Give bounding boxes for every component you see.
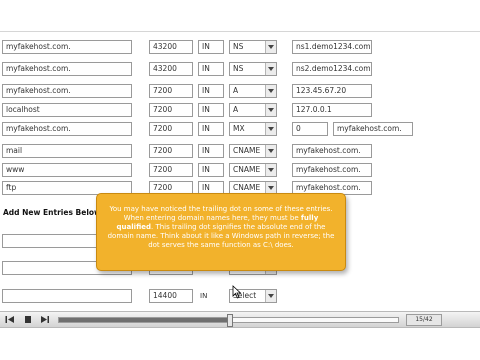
record-type-select[interactable]: NS	[229, 62, 277, 76]
record-name-input[interactable]: myfakehost.com.	[2, 40, 132, 54]
record-name-input[interactable]: myfakehost.com.	[2, 122, 132, 136]
record-type-select[interactable]: A	[229, 84, 277, 98]
record-type-select[interactable]: CNAME	[229, 163, 277, 177]
record-type-select-value: CNAME	[233, 165, 261, 174]
record-type-select-value: CNAME	[233, 146, 261, 155]
record-name-input[interactable]: www	[2, 163, 132, 177]
record-name-input[interactable]: myfakehost.com.	[2, 62, 132, 76]
tooltip-text-1: You may have noticed the trailing dot on…	[109, 205, 333, 223]
video-player-controls: 15/42	[0, 311, 480, 328]
record-type-select[interactable]: A	[229, 103, 277, 117]
new-ttl-input[interactable]: 14400	[149, 289, 193, 303]
record-type-select-value: A	[233, 86, 239, 95]
record-data-input[interactable]: myfakehost.com.	[333, 122, 413, 136]
record-type-select[interactable]: MX	[229, 122, 277, 136]
new-class-label: IN	[200, 292, 208, 300]
record-class-input[interactable]: IN	[198, 62, 224, 76]
progress-fill	[59, 318, 229, 322]
record-data-input[interactable]: ns1.demo1234.com.	[292, 40, 372, 54]
record-class-input[interactable]: IN	[198, 122, 224, 136]
record-class-input[interactable]: IN	[198, 163, 224, 177]
record-ttl-input[interactable]: 7200	[149, 163, 193, 177]
record-class-input[interactable]: IN	[198, 144, 224, 158]
record-class-input[interactable]: IN	[198, 84, 224, 98]
new-name-input[interactable]	[2, 289, 132, 303]
record-class-input[interactable]: IN	[198, 103, 224, 117]
forward-icon[interactable]	[40, 315, 50, 324]
record-type-select-value: NS	[233, 42, 244, 51]
record-ttl-input[interactable]: 7200	[149, 144, 193, 158]
mouse-cursor-icon	[232, 285, 242, 299]
chevron-down-icon	[265, 104, 276, 116]
record-ttl-input[interactable]: 7200	[149, 122, 193, 136]
page-bottom-area	[0, 328, 480, 360]
record-ttl-input[interactable]: 43200	[149, 40, 193, 54]
record-class-input[interactable]: IN	[198, 40, 224, 54]
record-data-input[interactable]: 127.0.0.1	[292, 103, 372, 117]
record-type-select-value: MX	[233, 124, 245, 133]
record-data-input[interactable]: myfakehost.com.	[292, 163, 372, 177]
record-priority-input[interactable]: 0	[292, 122, 328, 136]
record-name-input[interactable]: mail	[2, 144, 132, 158]
record-ttl-input[interactable]: 7200	[149, 103, 193, 117]
top-divider	[0, 31, 480, 32]
info-tooltip: You may have noticed the trailing dot on…	[96, 193, 346, 271]
chevron-down-icon	[265, 123, 276, 135]
record-ttl-input[interactable]: 7200	[149, 84, 193, 98]
record-type-select[interactable]: CNAME	[229, 144, 277, 158]
stop-icon[interactable]	[23, 315, 33, 324]
record-name-input[interactable]: myfakehost.com.	[2, 84, 132, 98]
progress-track[interactable]	[58, 314, 399, 327]
record-type-select-value: CNAME	[233, 183, 261, 192]
rewind-icon[interactable]	[5, 315, 15, 324]
progress-thumb[interactable]	[226, 314, 233, 327]
chevron-down-icon	[265, 63, 276, 75]
chevron-down-icon	[265, 290, 276, 302]
chevron-down-icon	[265, 164, 276, 176]
record-name-input[interactable]: localhost	[2, 103, 132, 117]
chevron-down-icon	[265, 145, 276, 157]
slide-counter: 15/42	[406, 314, 442, 326]
add-new-entries-heading: Add New Entries Below	[3, 208, 101, 217]
record-data-input[interactable]: ns2.demo1234.com.	[292, 62, 372, 76]
record-data-input[interactable]: 123.45.67.20	[292, 84, 372, 98]
record-data-input[interactable]: myfakehost.com.	[292, 144, 372, 158]
record-ttl-input[interactable]: 43200	[149, 62, 193, 76]
record-type-select[interactable]: NS	[229, 40, 277, 54]
chevron-down-icon	[265, 41, 276, 53]
record-type-select-value: A	[233, 105, 239, 114]
record-type-select-value: NS	[233, 64, 244, 73]
chevron-down-icon	[265, 85, 276, 97]
